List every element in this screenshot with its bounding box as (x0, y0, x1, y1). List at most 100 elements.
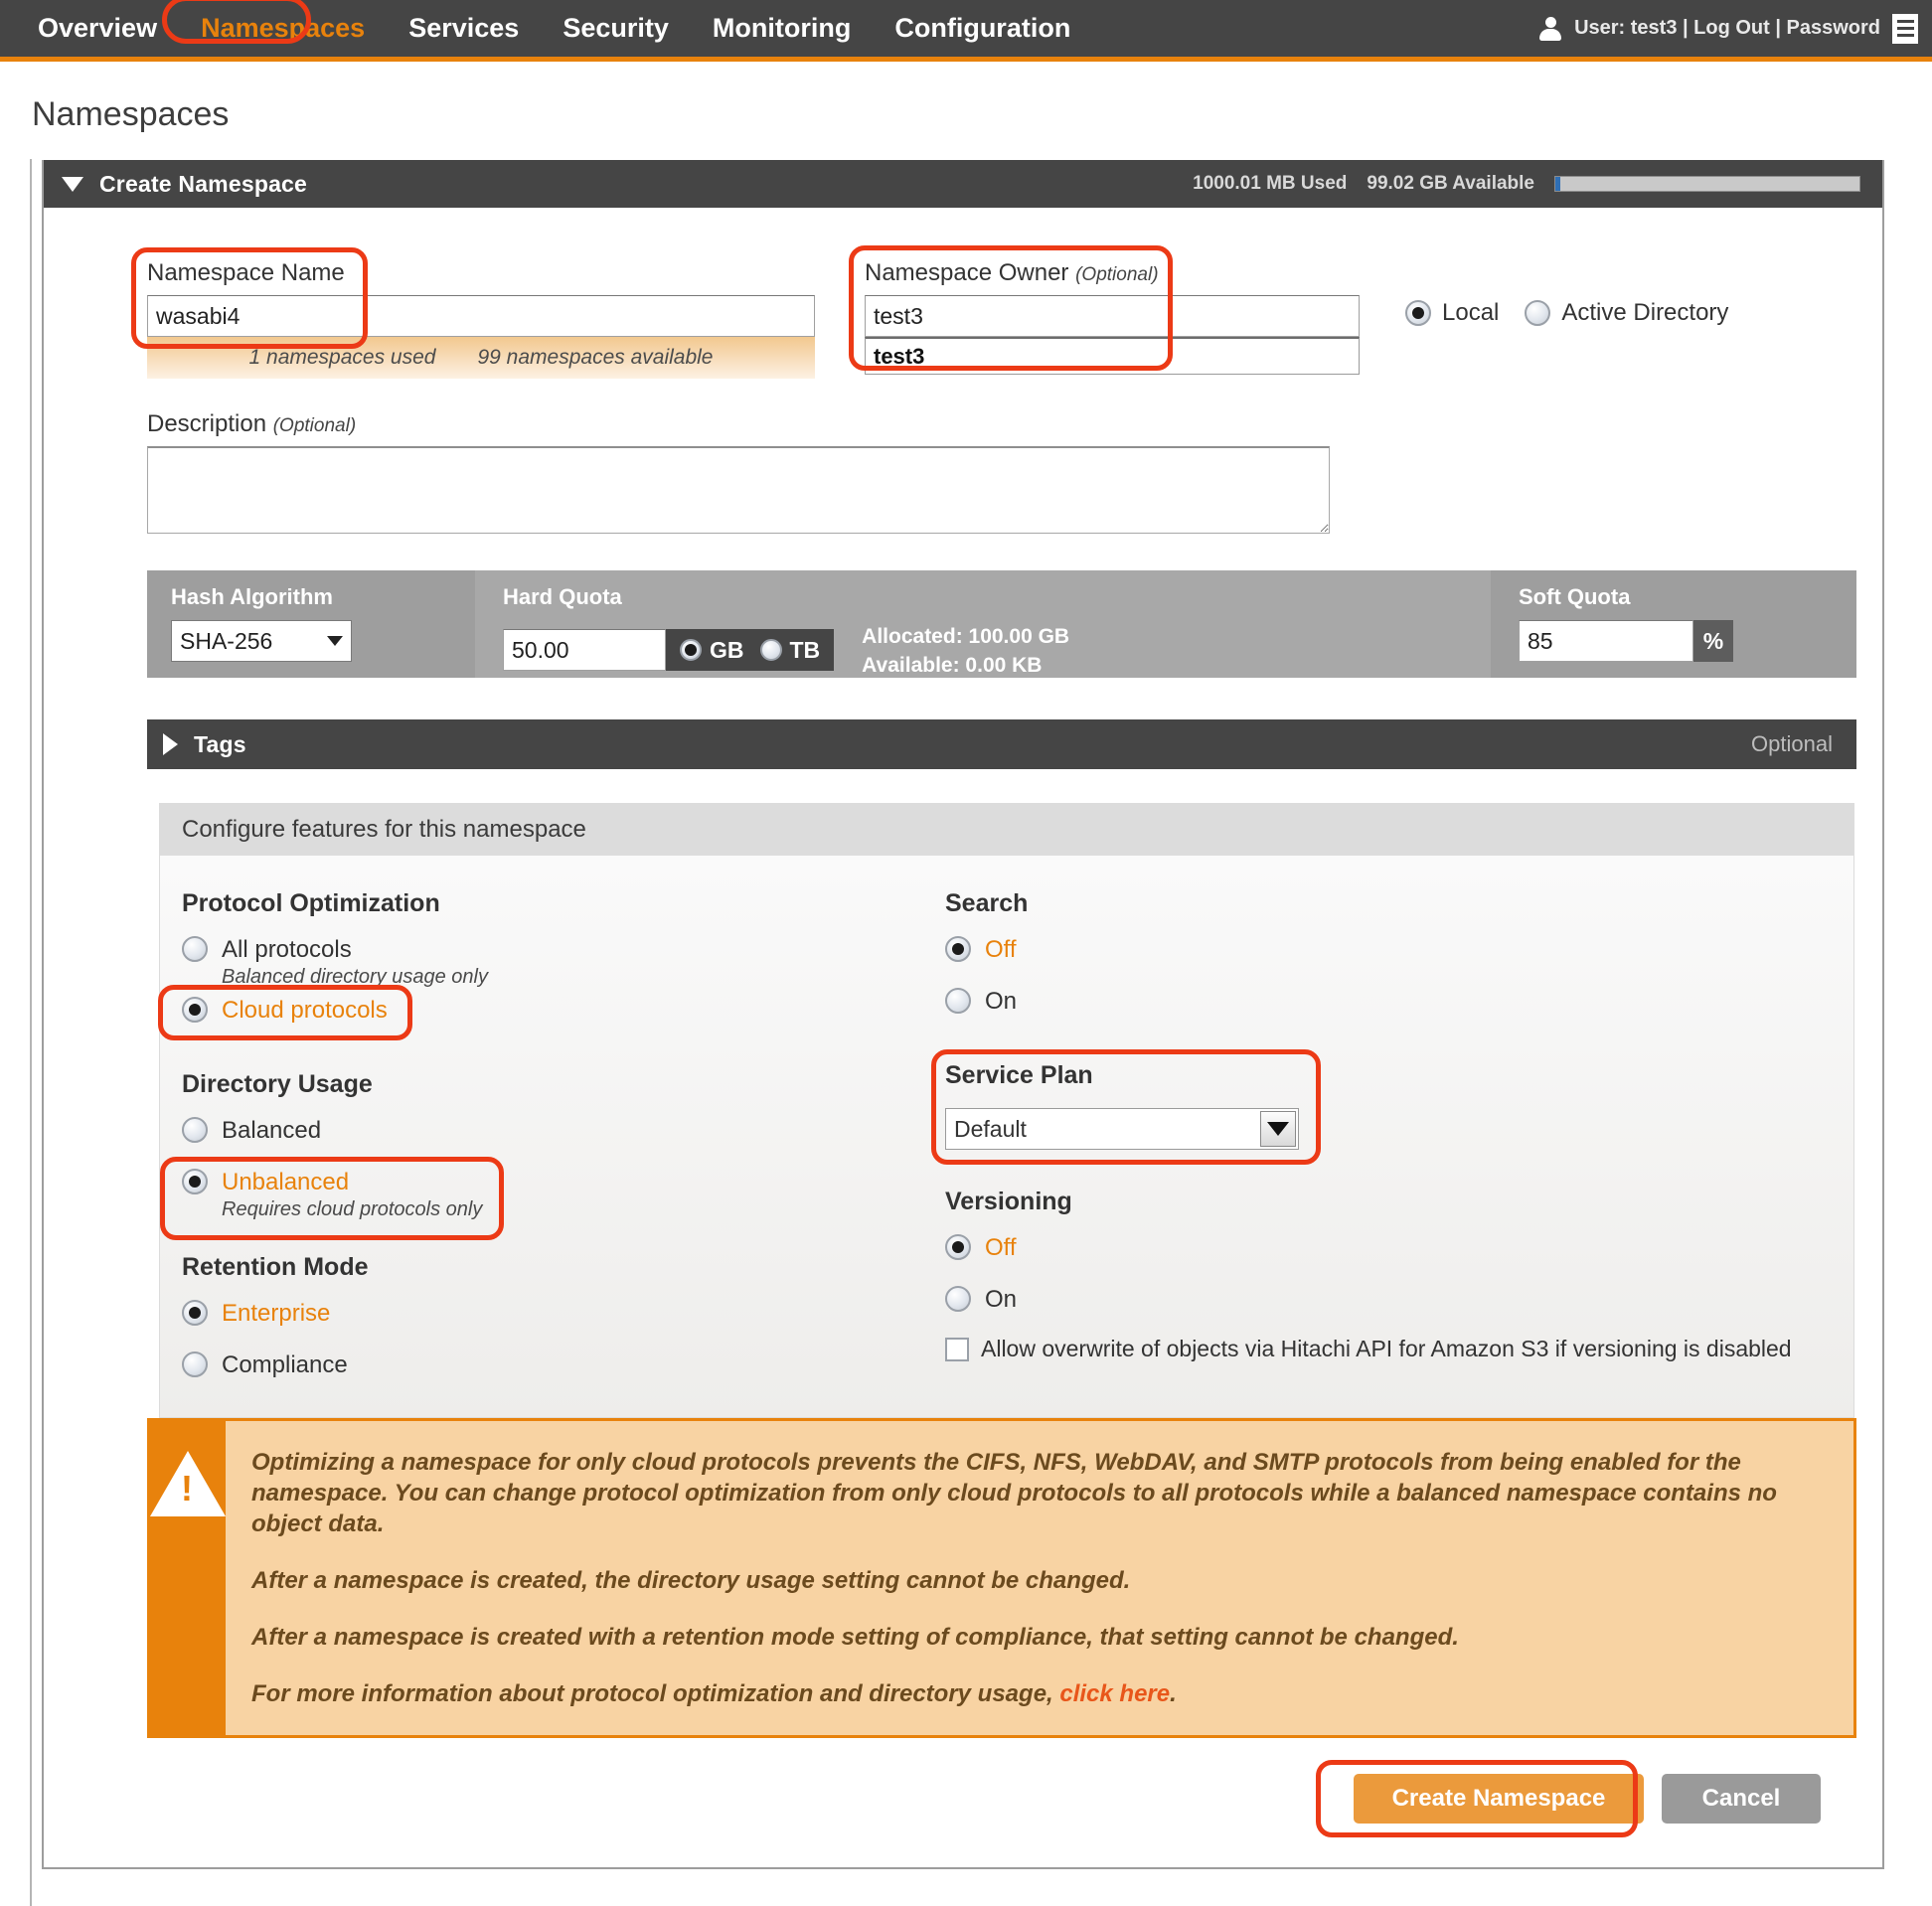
directory-unbalanced-label: Unbalanced (222, 1169, 350, 1195)
nav-item-monitoring[interactable]: Monitoring (691, 0, 873, 57)
protocol-option-all[interactable]: All protocols Balanced directory usage o… (182, 936, 935, 989)
versioning-option-on[interactable]: On (945, 1286, 1853, 1314)
versioning-option-off[interactable]: Off (945, 1234, 1853, 1262)
features-left-column: Protocol Optimization All protocols Bala… (158, 881, 935, 1387)
usage-available-text: 99.02 GB Available (1367, 173, 1534, 194)
protocol-option-cloud[interactable]: Cloud protocols (182, 997, 935, 1025)
owner-type-local[interactable]: Local (1405, 299, 1499, 327)
radio-enterprise-icon[interactable] (182, 1300, 208, 1326)
namespace-name-label: Namespace Name (147, 259, 345, 286)
radio-local-icon[interactable] (1405, 300, 1431, 326)
chevron-down-icon[interactable] (62, 176, 83, 192)
radio-tb-icon[interactable] (759, 639, 782, 661)
panel-header[interactable]: Create Namespace 1000.01 MB Used 99.02 G… (44, 160, 1882, 208)
chevron-right-icon[interactable] (163, 733, 178, 755)
search-on-label: On (985, 988, 1018, 1015)
directory-option-unbalanced[interactable]: Unbalanced Requires cloud protocols only (182, 1169, 935, 1221)
namespaces-available-text: 99 namespaces available (477, 346, 714, 369)
namespace-owner-label: Namespace Owner (Optional) (865, 259, 1360, 287)
search-off-label: Off (985, 936, 1017, 963)
namespace-name-input[interactable] (147, 295, 815, 337)
warning-paragraph-4-prefix: For more information about protocol opti… (251, 1680, 1060, 1707)
search-option-on[interactable]: On (945, 988, 1853, 1016)
allocated-text: Allocated: 100.00 GB (862, 625, 1070, 648)
radio-unbalanced-icon[interactable] (182, 1169, 208, 1194)
radio-cloud-protocols-icon[interactable] (182, 997, 208, 1023)
warning-triangle-icon (150, 1451, 226, 1516)
hard-quota-unit-tb[interactable]: TB (759, 636, 821, 664)
quota-allocation-info: Allocated: 100.00 GB Available: 0.00 KB (862, 620, 1069, 680)
cancel-button[interactable]: Cancel (1662, 1774, 1821, 1824)
hard-quota-unit-radio-group: GB TB (666, 629, 835, 671)
warning-icon-column (150, 1421, 226, 1735)
service-plan-select[interactable]: Default (945, 1108, 1299, 1150)
hard-quota-group: Hard Quota GB TB (475, 570, 1491, 678)
namespace-owner-suggestion-item[interactable]: test3 (865, 337, 1360, 375)
radio-gb-icon[interactable] (680, 639, 702, 661)
versioning-title: Versioning (945, 1188, 1072, 1215)
create-namespace-button[interactable]: Create Namespace (1354, 1774, 1644, 1824)
namespaces-used-text: 1 namespaces used (248, 346, 436, 369)
identity-row: Namespace Name 1 namespaces used 99 name… (44, 238, 1882, 379)
search-option-off[interactable]: Off (945, 936, 1853, 964)
namespace-owner-input[interactable] (865, 295, 1360, 337)
description-optional-text: (Optional) (272, 415, 357, 436)
radio-balanced-icon[interactable] (182, 1117, 208, 1143)
usage-progress-bar (1554, 176, 1860, 192)
warning-paragraph-2: After a namespace is created, the direct… (251, 1567, 1131, 1594)
radio-versioning-off-icon[interactable] (945, 1234, 971, 1260)
tags-section-header[interactable]: Tags Optional (147, 719, 1856, 769)
panel-title: Create Namespace (99, 170, 308, 197)
hard-quota-unit-tb-label: TB (789, 636, 821, 663)
allow-overwrite-label: Allow overwrite of objects via Hitachi A… (981, 1336, 1792, 1361)
nav-item-configuration[interactable]: Configuration (873, 0, 1092, 57)
user-session-text[interactable]: User: test3 | Log Out | Password (1574, 17, 1880, 40)
versioning-off-label: Off (985, 1234, 1017, 1261)
quota-strip: Hash Algorithm SHA-256 Hard Quota GB (147, 570, 1856, 678)
soft-quota-input[interactable] (1519, 620, 1693, 662)
nav-item-security[interactable]: Security (541, 0, 691, 57)
retention-option-compliance[interactable]: Compliance (182, 1351, 935, 1379)
nav-item-services[interactable]: Services (387, 0, 541, 57)
retention-mode-title: Retention Mode (182, 1253, 369, 1281)
chevron-down-icon (327, 636, 343, 646)
owner-type-radio-group: Local Active Directory (1405, 259, 1728, 379)
description-group: Description (Optional) (44, 379, 1882, 539)
nav-items: Overview Namespaces Services Security Mo… (0, 0, 1092, 57)
retention-option-enterprise[interactable]: Enterprise (182, 1300, 935, 1328)
hard-quota-unit-gb-label: GB (710, 636, 744, 663)
owner-type-active-directory[interactable]: Active Directory (1525, 299, 1728, 327)
radio-compliance-icon[interactable] (182, 1351, 208, 1377)
protocol-cloud-label: Cloud protocols (222, 997, 388, 1024)
nav-item-namespaces[interactable]: Namespaces (179, 0, 387, 57)
warning-click-here-link[interactable]: click here (1059, 1680, 1170, 1707)
directory-option-balanced[interactable]: Balanced (182, 1117, 935, 1145)
create-namespace-panel: Create Namespace 1000.01 MB Used 99.02 G… (42, 160, 1884, 1869)
description-textarea[interactable] (147, 446, 1330, 534)
hash-algorithm-label: Hash Algorithm (171, 584, 333, 609)
panel-usage-summary: 1000.01 MB Used 99.02 GB Available (1193, 173, 1860, 195)
protocol-optimization-title: Protocol Optimization (182, 889, 440, 917)
radio-all-protocols-icon[interactable] (182, 936, 208, 962)
user-icon (1538, 16, 1562, 42)
hamburger-menu-icon[interactable] (1892, 13, 1918, 44)
page-title: Namespaces (32, 95, 230, 133)
hard-quota-unit-gb[interactable]: GB (680, 637, 744, 664)
hard-quota-input[interactable] (503, 629, 666, 671)
nav-item-overview[interactable]: Overview (16, 0, 179, 57)
warning-paragraph-3: After a namespace is created with a rete… (251, 1624, 1459, 1651)
retention-compliance-label: Compliance (222, 1351, 348, 1378)
allow-overwrite-row[interactable]: Allow overwrite of objects via Hitachi A… (945, 1336, 1853, 1362)
usage-used-text: 1000.01 MB Used (1193, 173, 1348, 194)
soft-quota-label: Soft Quota (1519, 584, 1631, 609)
retention-enterprise-label: Enterprise (222, 1300, 331, 1327)
chevron-down-icon[interactable] (1260, 1111, 1296, 1147)
hash-algorithm-select[interactable]: SHA-256 (171, 620, 352, 662)
warning-text-body: Optimizing a namespace for only cloud pr… (226, 1421, 1853, 1735)
warning-banner: Optimizing a namespace for only cloud pr… (147, 1418, 1856, 1738)
radio-search-on-icon[interactable] (945, 988, 971, 1014)
allow-overwrite-checkbox[interactable] (945, 1337, 969, 1361)
radio-search-off-icon[interactable] (945, 936, 971, 962)
radio-active-directory-icon[interactable] (1525, 300, 1551, 326)
radio-versioning-on-icon[interactable] (945, 1286, 971, 1312)
